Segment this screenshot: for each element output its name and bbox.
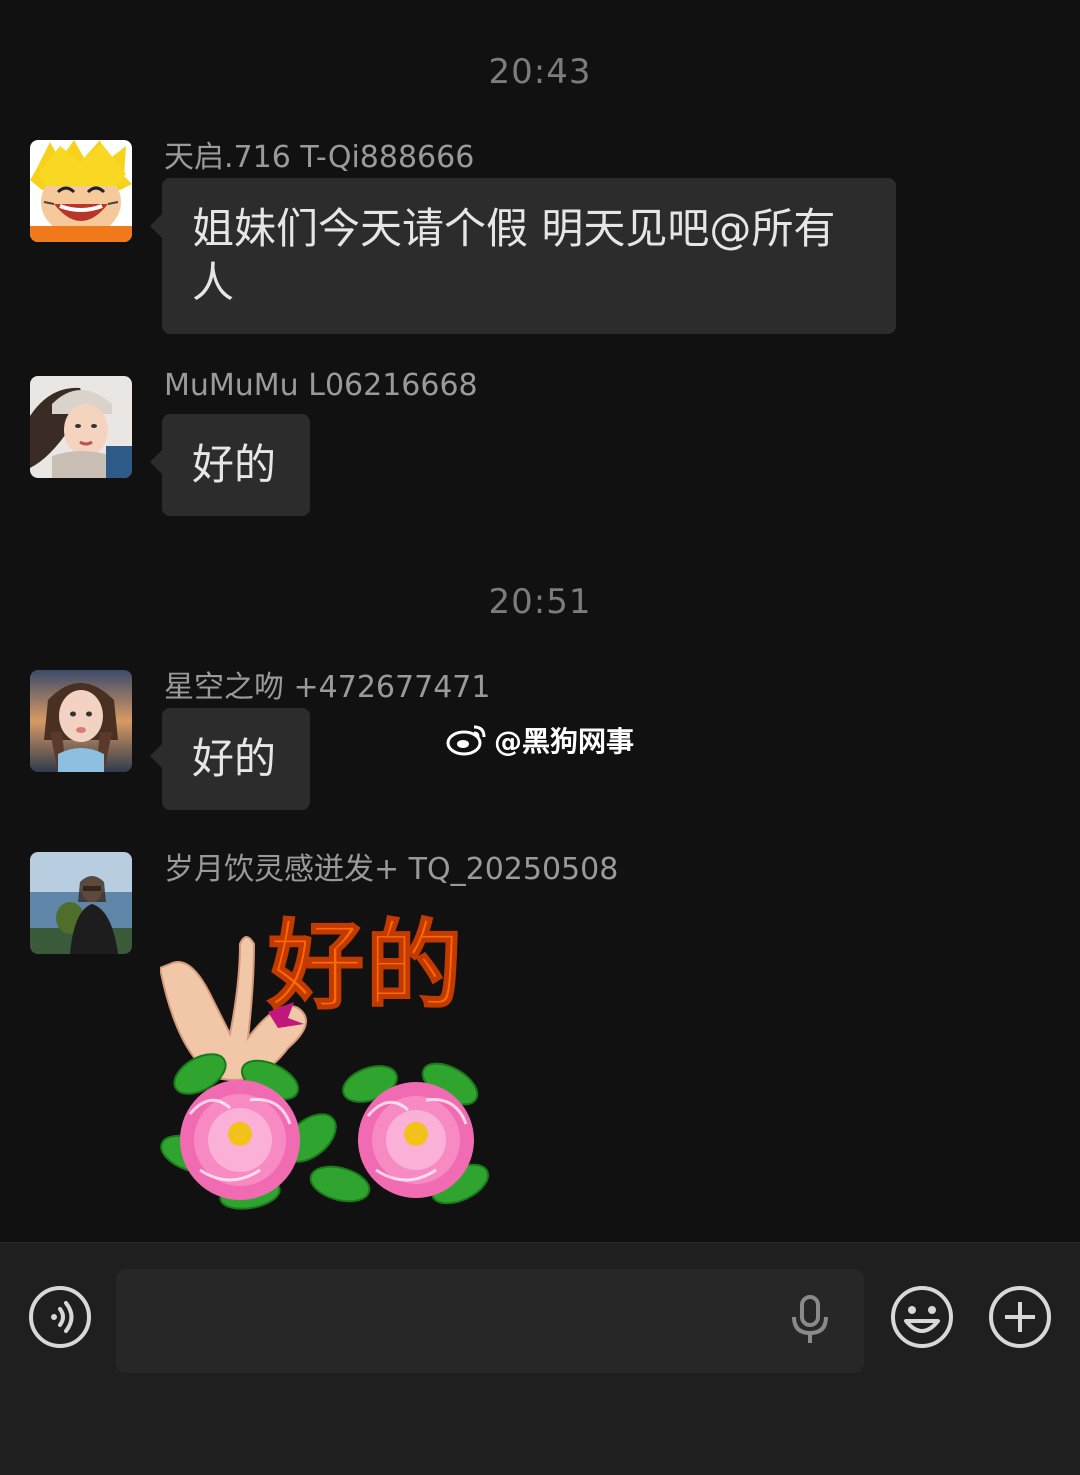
cartoon-boy-avatar[interactable]: [30, 140, 132, 242]
input-bar: [0, 1242, 1080, 1475]
ok-sticker[interactable]: 好的: [158, 894, 490, 1224]
sender-name: 天启.716 T-Qi888666: [164, 140, 475, 175]
woman-by-sea-avatar[interactable]: [30, 852, 132, 954]
timestamp: 20:51: [488, 582, 592, 622]
voice-mode-icon: [29, 1286, 91, 1348]
timestamp: 20:43: [488, 52, 592, 92]
emoji-button[interactable]: [890, 1285, 954, 1349]
microphone-button[interactable]: [790, 1295, 830, 1345]
microphone-icon: [792, 1295, 828, 1343]
watermark-text: @黑狗网事: [494, 725, 635, 758]
weibo-icon: [446, 725, 486, 756]
emoji-icon: [891, 1286, 953, 1348]
more-actions-button[interactable]: [988, 1285, 1052, 1349]
message-bubble[interactable]: 好的: [150, 708, 310, 810]
sender-name: 星空之吻 +472677471: [164, 670, 491, 705]
message-input[interactable]: [116, 1269, 864, 1373]
message-bubble[interactable]: 好的: [150, 414, 310, 516]
message-bubble[interactable]: 姐妹们今天请个假 明天见吧@所有人: [150, 178, 896, 334]
sticker-text: 好的: [267, 909, 464, 1023]
girl-in-beanie-avatar[interactable]: [30, 376, 132, 478]
message-list[interactable]: 20:43 天启.716 T-Qi888666 姐妹们今天请个假 明天见吧@所有…: [0, 0, 1080, 1242]
girl-portrait-avatar[interactable]: [30, 670, 132, 772]
voice-mode-button[interactable]: [28, 1285, 92, 1349]
chat-screen: 20:43 天启.716 T-Qi888666 姐妹们今天请个假 明天见吧@所有…: [0, 0, 1080, 1475]
sender-name: MuMuMu L06216668: [164, 368, 478, 403]
plus-icon: [989, 1286, 1051, 1348]
watermark: @黑狗网事: [446, 720, 634, 760]
sender-name: 岁月饮灵感迸发+ TQ_20250508: [164, 852, 619, 887]
